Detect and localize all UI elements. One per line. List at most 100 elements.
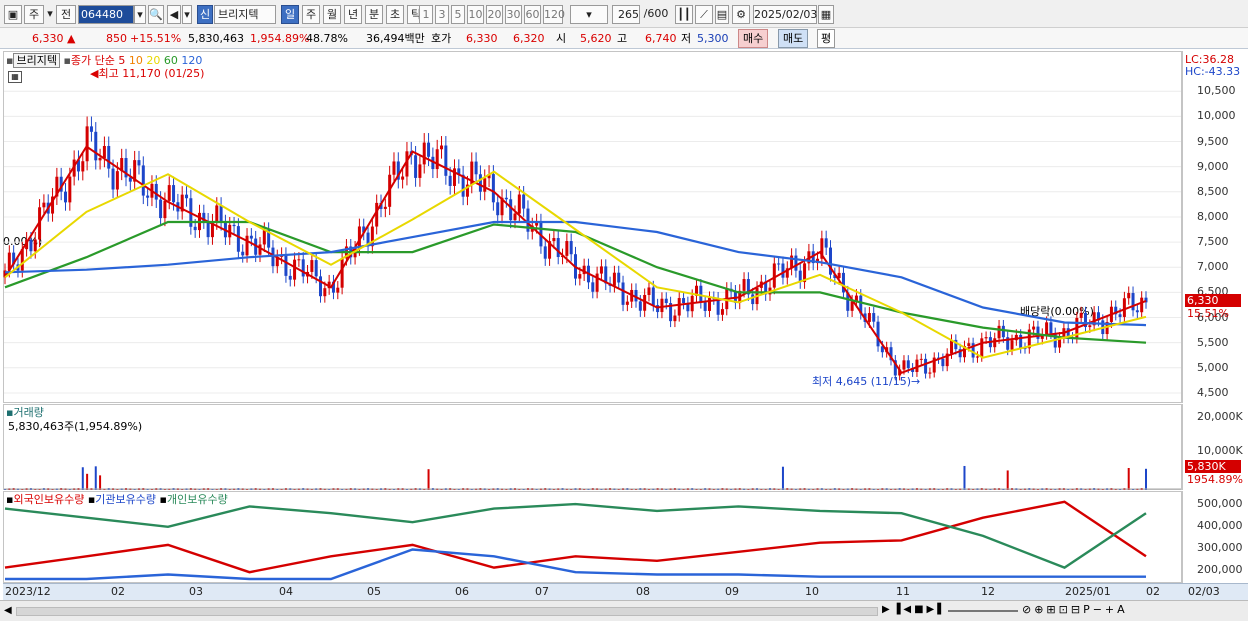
x-tick: 05 [367, 585, 381, 598]
candle-body [1045, 322, 1049, 335]
x-tick: 08 [636, 585, 650, 598]
candle-body [1019, 334, 1023, 349]
candle-body [950, 339, 954, 354]
candle-body [522, 194, 526, 209]
candle-body [401, 176, 405, 180]
scroll-left-icon[interactable]: ◀ [4, 605, 12, 616]
volume-bar [427, 469, 430, 490]
holder-line-개인보유수량 [4, 502, 1147, 569]
candle-body [876, 321, 880, 347]
candle-body [997, 325, 1001, 339]
candle-body [219, 205, 223, 223]
candle-body [98, 158, 102, 161]
candle-body [383, 206, 387, 209]
candle-body [941, 358, 945, 367]
candle-body [1088, 325, 1092, 328]
candle-body [392, 161, 396, 175]
horizontal-scrollbar[interactable] [16, 607, 878, 616]
candle-body [241, 251, 245, 256]
candle-body [115, 171, 119, 190]
candle-body [232, 224, 236, 227]
candle-body [288, 275, 292, 280]
candle-body [249, 235, 253, 239]
candle-body [111, 168, 115, 190]
candle-body [42, 202, 46, 208]
candle-body [33, 239, 37, 252]
candle-body [621, 282, 625, 305]
candle-body [483, 178, 487, 192]
x-tick: 2025/01 [1065, 585, 1111, 598]
candle-body [1135, 310, 1139, 313]
candle-body [664, 298, 668, 304]
volume-bar [99, 475, 102, 490]
candle-body [1127, 293, 1131, 299]
candle-body [924, 358, 928, 374]
candle-body [720, 309, 724, 315]
candle-body [872, 313, 876, 322]
candle-body [504, 197, 508, 200]
candle-body [496, 202, 500, 216]
candle-body [1032, 326, 1036, 330]
x-axis: 2023/12 02 03 04 05 06 07 08 09 10 11 12 2025/01 02 02… [3, 583, 1248, 600]
candle-body [323, 288, 327, 297]
candle-body [569, 241, 573, 255]
candle-body [660, 298, 664, 313]
candle-body [647, 287, 651, 295]
candle-body [141, 165, 145, 196]
volume-bar [81, 467, 84, 490]
candle-body [1079, 312, 1083, 318]
candle-body [172, 185, 176, 203]
zoom-slider[interactable] [948, 610, 1018, 612]
zoom-tools[interactable]: ⊘⊕⊞⊡⊟P−+A [1022, 603, 1128, 616]
candle-body [293, 259, 297, 280]
candle-body [625, 301, 629, 305]
candle-body [310, 260, 314, 272]
candle-body [418, 164, 422, 178]
candle-body [68, 176, 72, 203]
candle-body [1131, 293, 1135, 311]
candle-body [509, 199, 513, 221]
candle-body [565, 241, 569, 256]
candle-body [824, 238, 828, 248]
candle-body [146, 195, 150, 198]
candle-body [1049, 322, 1053, 334]
candle-body [245, 235, 249, 256]
x-tick: 09 [725, 585, 739, 598]
candle-body [777, 263, 781, 265]
candle-body [284, 254, 288, 276]
candle-body [64, 191, 68, 203]
candle-body [474, 161, 478, 175]
candle-body [1140, 297, 1144, 313]
candle-body [781, 263, 785, 278]
x-tick: 02 [111, 585, 125, 598]
candle-body [414, 155, 418, 178]
candle-body [154, 183, 158, 200]
candle-body [163, 200, 167, 219]
candle-body [1010, 340, 1014, 350]
candle-body [651, 287, 655, 306]
x-tick: 07 [535, 585, 549, 598]
x-tick: 03 [189, 585, 203, 598]
candle-body [673, 315, 677, 322]
candle-body [444, 145, 448, 176]
candle-body [703, 302, 707, 311]
candle-body [336, 287, 340, 293]
candle-body [967, 343, 971, 347]
candle-body [742, 279, 746, 291]
volume-bar [1145, 468, 1147, 490]
holder-line-기관보유수량 [5, 548, 1146, 581]
candle-body [975, 356, 979, 358]
candle-body [448, 175, 452, 186]
candle-body [612, 272, 616, 286]
volume-bar [86, 473, 89, 490]
x-tick: 11 [896, 585, 910, 598]
volume-bar [94, 466, 97, 490]
candle-body [301, 259, 305, 277]
candle-body [85, 126, 89, 162]
candle-body [427, 142, 431, 157]
candle-body [677, 298, 681, 316]
candle-body [1118, 314, 1122, 317]
candle-body [94, 131, 98, 161]
candle-body [902, 360, 906, 370]
playback-controls[interactable]: ▶▐◀■▶▌ [882, 604, 948, 615]
